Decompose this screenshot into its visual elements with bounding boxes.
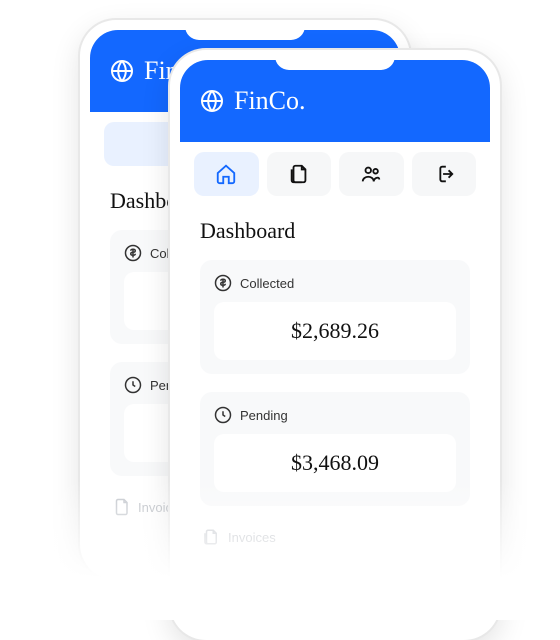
dollar-icon: [124, 244, 142, 262]
dollar-icon: [214, 274, 232, 292]
nav-people[interactable]: [339, 152, 404, 196]
phone-notch: [275, 50, 395, 70]
document-icon: [112, 498, 130, 516]
globe-icon: [110, 59, 134, 83]
card-collected-value: $2,689.26: [214, 302, 456, 360]
card-pending-head: Pending: [214, 406, 456, 424]
section-invoices: Invoices: [200, 524, 470, 550]
section-invoices-label: Invoices: [228, 530, 276, 545]
phone-notch: [185, 20, 305, 40]
card-collected-label: Collected: [240, 276, 294, 291]
nav-documents[interactable]: [267, 152, 332, 196]
page-title: Dashboard: [200, 218, 470, 244]
page: Dashboard Collected $2,689.26 Pending $3…: [180, 206, 490, 570]
globe-icon: [200, 89, 224, 113]
document-icon: [288, 163, 310, 185]
card-collected-head: Collected: [214, 274, 456, 292]
clock-icon: [124, 376, 142, 394]
brand-name: FinCo.: [234, 86, 306, 116]
document-icon: [202, 528, 220, 546]
nav-home[interactable]: [194, 152, 259, 196]
card-pending-label: Pending: [240, 408, 288, 423]
home-icon: [215, 163, 237, 185]
logout-icon: [433, 163, 455, 185]
card-pending: Pending $3,468.09: [200, 392, 470, 506]
clock-icon: [214, 406, 232, 424]
phone-screen-front: FinCo. Dashboard Collected: [180, 60, 490, 630]
app-header: FinCo.: [180, 60, 490, 142]
navbar: [180, 142, 490, 206]
card-collected: Collected $2,689.26: [200, 260, 470, 374]
people-icon: [360, 163, 382, 185]
nav-logout[interactable]: [412, 152, 477, 196]
card-pending-value: $3,468.09: [214, 434, 456, 492]
phone-front: FinCo. Dashboard Collected: [170, 50, 500, 640]
